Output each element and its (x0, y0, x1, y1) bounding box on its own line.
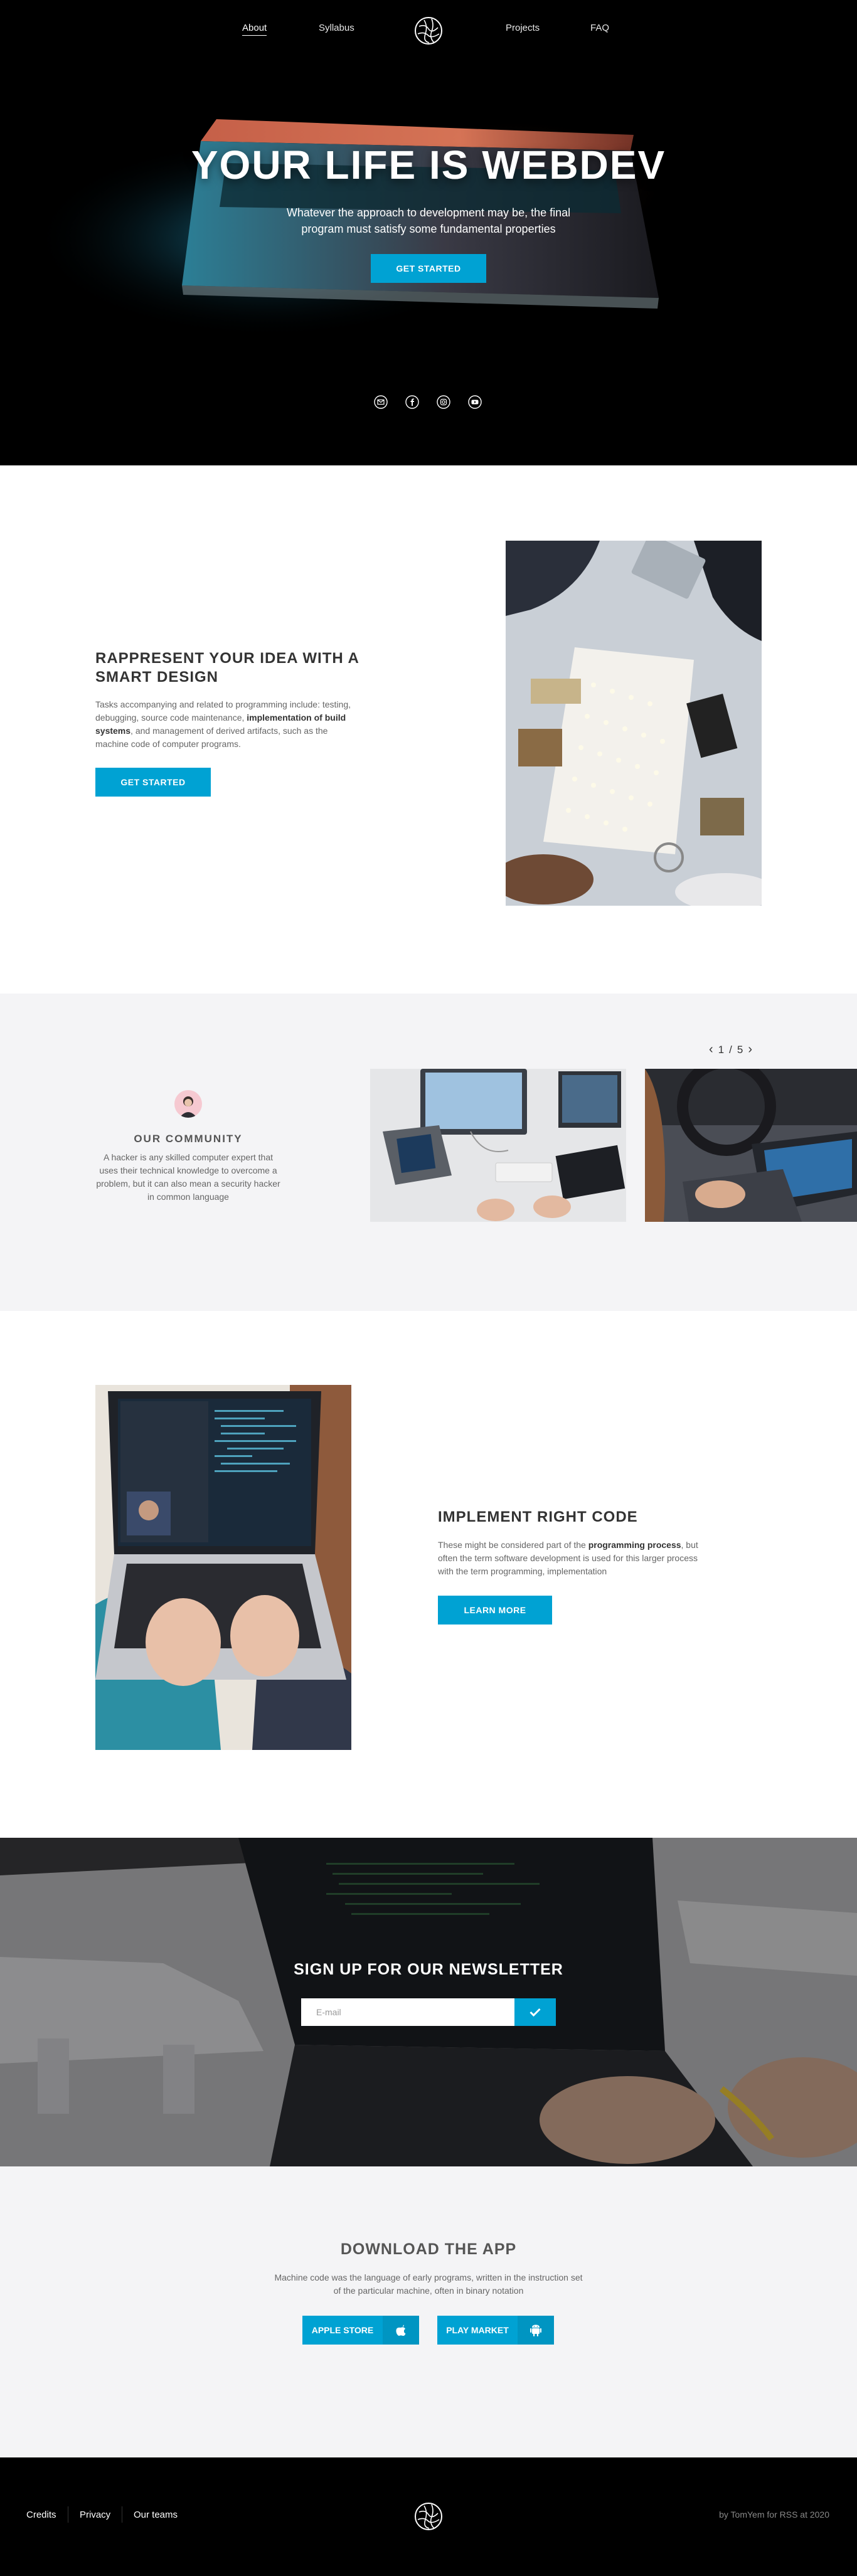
download-app-section: DOWNLOAD THE APP Machine code was the la… (0, 2166, 857, 2457)
pager-current: 1 (718, 1043, 725, 1056)
globe-logo-icon[interactable] (413, 15, 444, 46)
community-section: OUR COMMUNITY A hacker is any skilled co… (0, 994, 857, 1311)
play-market-button[interactable]: PLAY MARKET (437, 2316, 554, 2345)
community-avatar (174, 1090, 202, 1118)
email-field[interactable] (301, 1998, 514, 2026)
nav-link-faq[interactable]: FAQ (590, 23, 609, 33)
hero-subtitle: Whatever the approach to development may… (286, 206, 571, 235)
download-title: DOWNLOAD THE APP (340, 2240, 517, 2258)
play-market-label: PLAY MARKET (437, 2316, 518, 2345)
check-icon (530, 2008, 541, 2017)
learn-more-button[interactable]: LEARN MORE (438, 1596, 552, 1625)
footer-credit: by TomYem for RSS at 2020 (719, 2510, 829, 2520)
nav-link-projects[interactable]: Projects (506, 23, 540, 33)
slider-pager: ‹ 1 / 5 › (709, 1042, 752, 1057)
community-text: A hacker is any skilled computer expert … (96, 1152, 280, 1202)
footer-link-privacy[interactable]: Privacy (80, 2510, 110, 2520)
apple-icon (383, 2316, 419, 2345)
chevron-right-icon[interactable]: › (748, 1042, 752, 1057)
hero-title: YOUR LIFE IS WEBDEV (191, 142, 666, 188)
apple-store-button[interactable]: APPLE STORE (302, 2316, 419, 2345)
feature-code-text-bold: programming process (588, 1540, 681, 1550)
download-text: Machine code was the language of early p… (274, 2272, 583, 2296)
feature-code-title: IMPLEMENT RIGHT CODE (438, 1508, 638, 1525)
android-icon (518, 2316, 554, 2345)
apple-store-label: APPLE STORE (302, 2316, 383, 2345)
get-started-button[interactable]: GET STARTED (371, 254, 486, 283)
team-design-photo (506, 541, 762, 906)
feature-code-text: These might be considered part of the pr… (438, 1539, 699, 1578)
feature-design-title: RAPPRESENT YOUR IDEA WITH A SMART DESIGN (95, 650, 359, 686)
slide-photo-car-laptop[interactable] (645, 1069, 857, 1222)
footer: Credits Privacy Our teams by TomYem for … (0, 2457, 857, 2576)
footer-link-credits[interactable]: Credits (26, 2510, 56, 2520)
newsletter-submit-button[interactable] (514, 1998, 556, 2026)
newsletter-section: SIGN UP FOR OUR NEWSLETTER (0, 1838, 857, 2166)
footer-link-our-teams[interactable]: Our teams (134, 2510, 178, 2520)
pager-total: 5 (737, 1043, 743, 1056)
newsletter-title: SIGN UP FOR OUR NEWSLETTER (294, 1961, 563, 1978)
hero-section: About Syllabus Projects FAQ YOUR LIFE IS… (0, 0, 857, 465)
feature-design-text: Tasks accompanying and related to progra… (95, 698, 353, 751)
facebook-icon[interactable] (405, 395, 419, 409)
youtube-icon[interactable] (468, 395, 482, 409)
community-title: OUR COMMUNITY (134, 1133, 243, 1145)
chevron-left-icon[interactable]: ‹ (709, 1042, 713, 1057)
top-navigation: About Syllabus Projects FAQ (0, 0, 857, 56)
instagram-icon[interactable] (437, 395, 450, 409)
feature-code-text-part: These might be considered part of the (438, 1540, 588, 1550)
slide-photo-workspace[interactable] (370, 1069, 626, 1222)
laptop-coding-photo (95, 1385, 351, 1750)
pager-separator: / (729, 1043, 732, 1056)
mail-icon[interactable] (374, 395, 388, 409)
feature-get-started-button[interactable]: GET STARTED (95, 768, 211, 797)
nav-link-about[interactable]: About (242, 23, 267, 36)
globe-logo-icon[interactable] (413, 2501, 444, 2532)
feature-design-text-part: , and management of derived artifacts, s… (95, 726, 328, 749)
nav-link-syllabus[interactable]: Syllabus (319, 23, 354, 33)
